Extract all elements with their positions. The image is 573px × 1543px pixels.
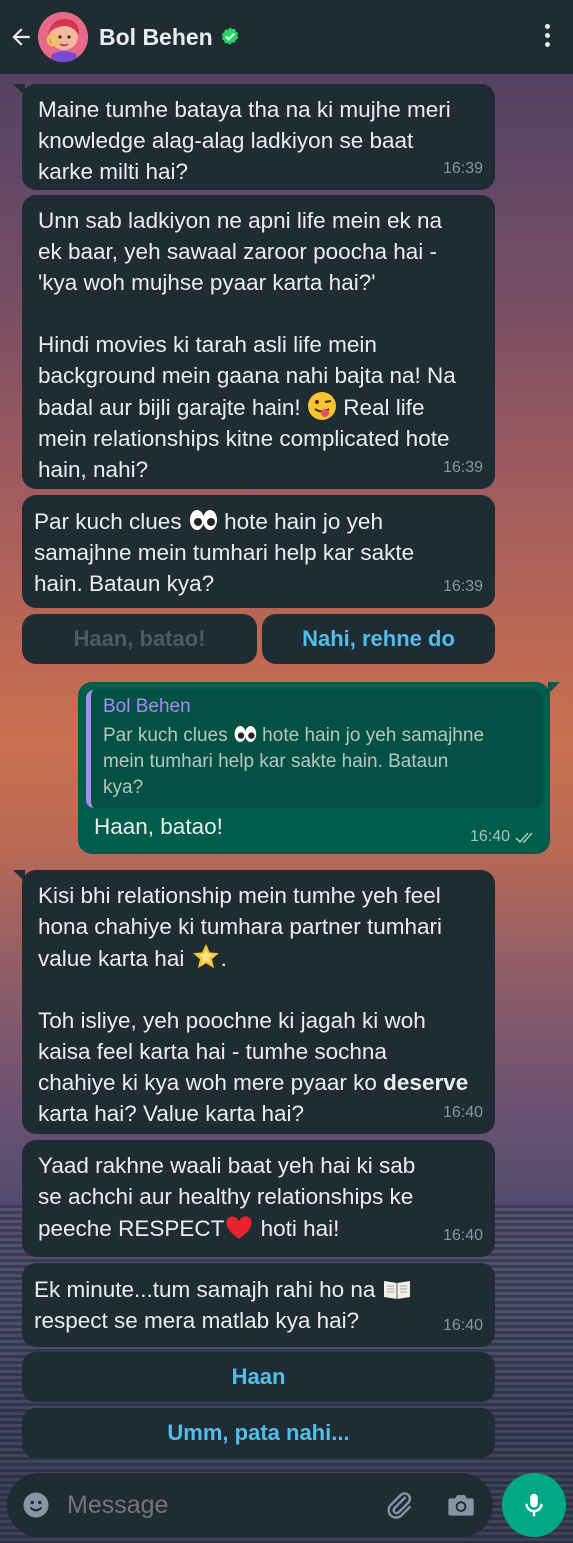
microphone-icon: [525, 1493, 543, 1517]
double-check-icon: [515, 832, 533, 844]
message-composer: [7, 1473, 493, 1537]
eyes-emoji: [234, 726, 257, 742]
message-input[interactable]: [67, 1490, 367, 1520]
quoted-text: Par kuch clues hote hain jo yeh samajhne…: [103, 722, 530, 801]
quick-reply-button[interactable]: Umm, pata nahi...: [22, 1408, 495, 1458]
message-time: 16:40: [470, 828, 538, 846]
eyes-emoji: [189, 510, 217, 530]
avatar-illustration: [38, 12, 88, 62]
message-time: 16:39: [442, 160, 483, 177]
message-time: 16:40: [442, 1104, 483, 1121]
glowing-star-emoji: [192, 944, 219, 969]
incoming-message: Kisi bhi relationship mein tumhe yeh fee…: [13, 870, 495, 1134]
message-text: Haan, batao!: [94, 814, 223, 839]
message-time: 16:39: [442, 459, 483, 476]
camera-icon[interactable]: [445, 1489, 477, 1521]
paperclip-icon[interactable]: [383, 1489, 415, 1521]
message-text: Unn sab ladkiyon ne apni life mein ek na…: [38, 208, 456, 482]
arrow-left-icon: [12, 28, 30, 46]
message-text: Par kuch clues hote hain jo yeh samajhne…: [22, 495, 495, 599]
incoming-message: Ek minute...tum samajh rahi ho na respec…: [22, 1263, 495, 1347]
winking-tongue-face-emoji: [307, 392, 336, 420]
smiley-icon[interactable]: [21, 1490, 51, 1520]
quick-reply-button[interactable]: Haan: [22, 1352, 495, 1402]
back-button[interactable]: [8, 22, 38, 52]
incoming-message: Yaad rakhne waali baat yeh hai ki sab se…: [22, 1140, 495, 1257]
message-time: 16:40: [442, 1317, 483, 1334]
chat-title[interactable]: Bol Behen: [99, 24, 241, 51]
quoted-message[interactable]: Bol Behen Par kuch clues hote hain jo ye…: [86, 690, 542, 808]
message-text: Kisi bhi relationship mein tumhe yeh fee…: [38, 883, 469, 1126]
message-text: Yaad rakhne waali baat yeh hai ki sab se…: [38, 1153, 416, 1241]
incoming-message: Par kuch clues hote hain jo yeh samajhne…: [22, 495, 495, 608]
incoming-message: Unn sab ladkiyon ne apni life mein ek na…: [22, 195, 495, 489]
more-vert-icon[interactable]: [543, 24, 551, 50]
outgoing-message: Bol Behen Par kuch clues hote hain jo ye…: [78, 682, 560, 854]
quick-reply-button[interactable]: Haan, batao!: [22, 614, 257, 664]
mic-button[interactable]: [502, 1473, 566, 1537]
quick-reply-button[interactable]: Nahi, rehne do: [262, 614, 495, 664]
message-text: Maine tumhe bataya tha na ki mujhe meri …: [38, 97, 451, 184]
incoming-message: Maine tumhe bataya tha na ki mujhe meri …: [13, 84, 495, 190]
chat-header: Bol Behen: [0, 0, 573, 74]
contact-name: Bol Behen: [99, 23, 213, 50]
message-time: 16:40: [442, 1227, 483, 1244]
message-time: 16:39: [442, 578, 483, 595]
open-book-emoji: [383, 1281, 410, 1299]
message-text: Ek minute...tum samajh rahi ho na respec…: [22, 1263, 495, 1336]
red-heart-emoji: [226, 1216, 252, 1239]
avatar[interactable]: [38, 12, 88, 62]
verified-check-icon: [221, 27, 238, 45]
quoted-sender: Bol Behen: [103, 696, 191, 717]
